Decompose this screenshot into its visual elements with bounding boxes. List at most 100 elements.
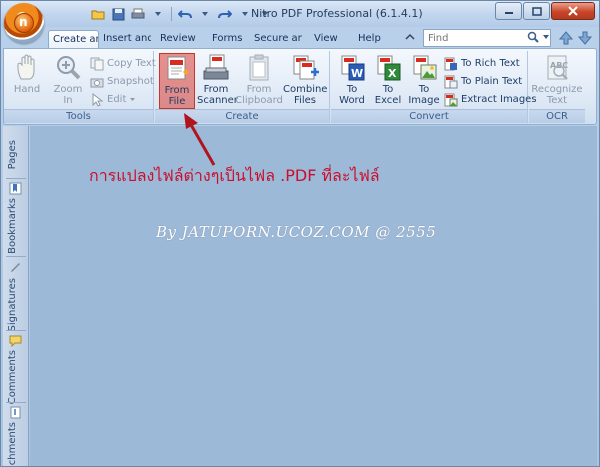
image-icon: [413, 55, 437, 80]
camera-icon: [90, 78, 104, 87]
bookmark-icon: [9, 182, 22, 195]
zoom-in-button[interactable]: Zoom In: [50, 53, 86, 107]
scanner-icon: [203, 54, 229, 80]
side-tab-separator: [6, 178, 26, 179]
extract-images-label: Extract Images: [461, 94, 537, 105]
tab-insert[interactable]: Insert and: [99, 30, 151, 49]
print-icon[interactable]: [129, 6, 147, 22]
attachments-tab-label: chments: [7, 422, 18, 466]
signatures-tab-label: Signatures: [7, 278, 18, 332]
side-tab-separator: [6, 402, 26, 403]
from-file-label-2: File: [168, 96, 186, 107]
convert-group: W To Word X To Excel To Image To Rich Te…: [331, 51, 537, 123]
side-tab-separator: [6, 256, 26, 257]
to-plain-text-button[interactable]: To Plain Text: [444, 73, 522, 90]
edit-button[interactable]: Edit: [90, 91, 136, 108]
recognize-text-button[interactable]: ABC Recognize Text: [531, 53, 583, 107]
svg-text:W: W: [351, 67, 363, 80]
watermark-text: By JATUPORN.UCOZ.COM @ 2555: [156, 223, 437, 241]
to-rich-text-button[interactable]: To Rich Text: [444, 55, 520, 72]
tools-group: Hand Zoom In Copy Text Snapshot Edit Too…: [4, 51, 156, 123]
tab-secure[interactable]: Secure and: [250, 30, 302, 49]
close-icon: [568, 6, 578, 16]
tab-view[interactable]: View: [310, 30, 340, 49]
to-image-label-2: Image: [408, 95, 440, 106]
window-title: Nitro PDF Professional (6.1.4.1): [251, 7, 423, 20]
ribbon-collapse-icon[interactable]: [401, 30, 419, 49]
comments-tab-label: Comments: [7, 350, 18, 405]
word-icon: W: [341, 55, 365, 81]
red-arrow-annotation: [184, 113, 216, 166]
close-button[interactable]: [551, 2, 595, 20]
combine-label-1: Combine: [283, 84, 328, 95]
app-menu-button[interactable]: n: [4, 3, 44, 43]
app-window: Nitro PDF Professional (6.1.4.1) n Creat…: [0, 0, 600, 467]
to-word-label-2: Word: [339, 95, 365, 106]
find-previous-icon[interactable]: [558, 30, 574, 46]
signatures-tab[interactable]: Signatures: [7, 260, 25, 332]
clipboard-icon: [249, 54, 269, 81]
combine-files-button[interactable]: Combine Files: [283, 53, 327, 107]
save-icon[interactable]: [109, 6, 127, 22]
hand-label: Hand: [13, 84, 41, 95]
hand-button[interactable]: Hand: [10, 53, 44, 107]
from-clipboard-button[interactable]: From Clipboard: [235, 53, 283, 107]
minimize-icon: [504, 12, 513, 14]
copy-text-label: Copy Text: [107, 58, 156, 69]
undo-icon[interactable]: [176, 6, 194, 22]
to-image-label-1: To: [418, 84, 430, 95]
from-clipboard-label-2: Clipboard: [235, 95, 283, 106]
from-clipboard-label-1: From: [246, 84, 272, 95]
thai-annotation-text: การแปลงไฟล์ต่างๆเป็นไฟล .PDF ที่ละไฟล์: [89, 166, 380, 185]
copy-text-button[interactable]: Copy Text: [90, 55, 156, 72]
to-plain-text-label: To Plain Text: [461, 76, 523, 87]
tab-review[interactable]: Review: [156, 30, 196, 49]
svg-text:X: X: [388, 67, 397, 80]
tab-forms[interactable]: Forms: [208, 30, 244, 49]
comments-tab[interactable]: Comments: [7, 334, 25, 404]
from-file-label-1: From: [164, 85, 190, 96]
from-scanner-label-2: Scanner: [197, 95, 238, 106]
side-panel: Pages Bookmarks Signatures Comments chme…: [3, 126, 29, 466]
zoom-in-icon: [57, 56, 81, 80]
bookmarks-tab[interactable]: Bookmarks: [7, 182, 25, 254]
maximize-icon: [531, 6, 542, 16]
ocr-group: ABC Recognize Text OCR: [529, 51, 585, 123]
open-folder-icon[interactable]: [89, 6, 107, 22]
tools-group-label: Tools: [4, 109, 153, 123]
to-excel-button[interactable]: X To Excel: [371, 53, 405, 107]
zoom-label-1: Zoom: [53, 84, 83, 95]
pen-icon: [11, 263, 20, 272]
tab-create-and-edit[interactable]: Create and Edit: [48, 30, 99, 49]
redo-icon[interactable]: [216, 6, 234, 22]
pdf-from-file-icon: [167, 56, 189, 80]
to-word-button[interactable]: W To Word: [335, 53, 369, 107]
extract-images-button[interactable]: Extract Images: [444, 91, 537, 108]
find-dropdown-icon[interactable]: [542, 33, 550, 41]
title-bar: Nitro PDF Professional (6.1.4.1): [1, 1, 599, 27]
dropdown-icon[interactable]: [149, 6, 167, 22]
edit-dropdown-icon: [130, 98, 136, 101]
minimize-button[interactable]: [495, 2, 522, 20]
ribbon-tab-row: Create and Edit Insert and Review Forms …: [1, 27, 599, 49]
attachments-tab[interactable]: chments: [7, 406, 25, 466]
from-file-button[interactable]: From File: [159, 53, 195, 109]
find-next-icon[interactable]: [577, 30, 593, 46]
edit-label: Edit: [107, 94, 127, 105]
to-rich-text-label: To Rich Text: [461, 58, 520, 69]
undo-dropdown-icon[interactable]: [196, 6, 214, 22]
maximize-button[interactable]: [523, 2, 550, 20]
from-scanner-button[interactable]: From Scanner: [197, 53, 238, 107]
combine-files-icon: [293, 55, 319, 80]
extract-images-icon: [444, 93, 458, 106]
ocr-group-label: OCR: [529, 109, 585, 123]
combine-label-2: Files: [294, 95, 316, 106]
pages-tab[interactable]: Pages: [7, 140, 25, 180]
tab-help[interactable]: Help: [354, 30, 384, 49]
snapshot-button[interactable]: Snapshot: [90, 73, 154, 90]
zoom-label-2: In: [63, 95, 73, 106]
recognize-label-1: Recognize: [531, 84, 583, 95]
plain-text-icon: [444, 75, 458, 88]
search-icon[interactable]: [527, 31, 539, 43]
to-image-button[interactable]: To Image: [407, 53, 441, 107]
